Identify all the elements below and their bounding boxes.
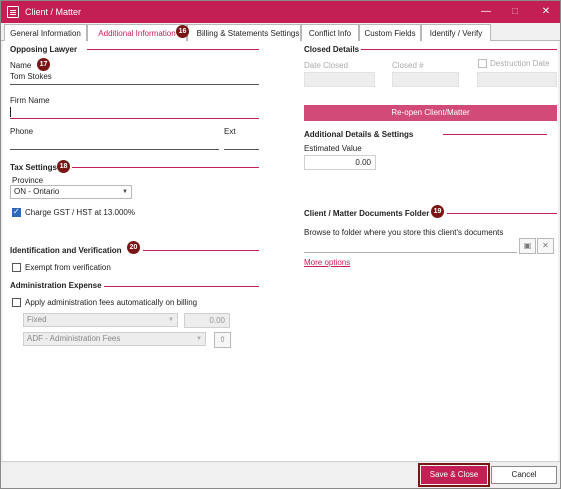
- charge-gst-checkbox[interactable]: [12, 207, 21, 217]
- name-field-underline: [10, 84, 259, 85]
- fee-type-select[interactable]: Fixed ▼: [23, 313, 178, 327]
- closed-number-label: Closed #: [392, 61, 424, 70]
- callout-badge-16: 16: [176, 25, 189, 38]
- tax-settings-divider: [72, 167, 259, 168]
- documents-folder-divider: [447, 213, 557, 214]
- more-options-link[interactable]: More options: [304, 258, 350, 267]
- date-closed-field[interactable]: [304, 72, 375, 87]
- closed-details-divider: [361, 49, 557, 50]
- window-title: Client / Matter: [25, 7, 82, 17]
- title-bar: Client / Matter — □ ✕: [1, 1, 560, 23]
- tab-identify-verify[interactable]: Identify / Verify: [421, 24, 491, 42]
- province-select-value: ON - Ontario: [14, 187, 60, 196]
- estimated-value-input[interactable]: 0.00: [304, 155, 376, 170]
- apply-admin-fees-checkbox[interactable]: [12, 298, 21, 307]
- firm-name-field[interactable]: [10, 118, 259, 119]
- destruction-date-checkbox[interactable]: [478, 59, 487, 68]
- charge-gst-label: Charge GST / HST at 13.000%: [25, 208, 135, 217]
- destruction-date-field[interactable]: [477, 72, 557, 87]
- callout-badge-17: 17: [37, 58, 50, 71]
- admin-expense-heading: Administration Expense: [10, 281, 102, 290]
- phone-field[interactable]: [10, 149, 219, 150]
- exempt-verification-label: Exempt from verification: [25, 263, 111, 272]
- tab-custom-fields[interactable]: Custom Fields: [359, 24, 421, 42]
- browse-folder-button[interactable]: ▣: [519, 238, 536, 254]
- tab-content-panel: Opposing Lawyer Name 17 Tom Stokes Firm …: [3, 41, 558, 461]
- exempt-verification-checkbox[interactable]: [12, 263, 21, 272]
- minimize-button[interactable]: —: [477, 4, 495, 20]
- apply-admin-fees-label: Apply administration fees automatically …: [25, 298, 198, 307]
- destruction-date-label: Destruction Date: [490, 59, 550, 68]
- ext-label: Ext: [224, 127, 236, 136]
- ext-field[interactable]: [224, 149, 259, 150]
- app-icon: [7, 6, 19, 18]
- firm-name-label: Firm Name: [10, 96, 50, 105]
- opposing-lawyer-divider: [87, 49, 259, 50]
- name-field[interactable]: Tom Stokes: [10, 72, 52, 81]
- name-label: Name: [10, 61, 32, 70]
- close-button[interactable]: ✕: [537, 4, 555, 20]
- phone-label: Phone: [10, 127, 34, 136]
- closed-details-heading: Closed Details: [304, 45, 360, 54]
- fee-type-value: Fixed: [27, 315, 47, 324]
- clear-folder-button[interactable]: ✕: [537, 238, 554, 254]
- client-matter-window: Client / Matter — □ ✕ General Informatio…: [0, 0, 561, 489]
- opposing-lawyer-heading: Opposing Lawyer: [10, 45, 78, 54]
- tab-additional-information[interactable]: Additional Information: [87, 24, 187, 42]
- text-cursor: [10, 107, 11, 117]
- additional-details-divider: [443, 134, 547, 135]
- documents-folder-underline: [304, 252, 517, 253]
- admin-expense-divider: [104, 286, 259, 287]
- fee-code-lookup-button[interactable]: ⇧: [214, 332, 231, 348]
- fee-amount-input[interactable]: 0.00: [184, 313, 230, 328]
- tab-additional-information-label: Additional Information: [98, 29, 176, 38]
- tax-settings-heading: Tax Settings: [10, 163, 57, 172]
- verification-divider: [143, 250, 259, 251]
- clear-icon: ✕: [542, 241, 549, 250]
- fee-code-select[interactable]: ADF - Administration Fees ▼: [23, 332, 206, 346]
- tab-conflict-info[interactable]: Conflict Info: [301, 24, 359, 42]
- province-label: Province: [12, 176, 44, 185]
- up-arrow-icon: ⇧: [219, 335, 226, 344]
- save-close-button[interactable]: Save & Close: [421, 466, 487, 484]
- maximize-button[interactable]: □: [506, 4, 524, 20]
- closed-number-field[interactable]: [392, 72, 459, 87]
- chevron-down-icon: ▼: [168, 317, 174, 323]
- tab-general-information[interactable]: General Information: [4, 24, 87, 42]
- callout-badge-19: 19: [431, 205, 444, 218]
- chevron-down-icon: ▼: [196, 336, 202, 342]
- tab-billing-statements-settings[interactable]: Billing & Statements Settings: [187, 24, 301, 42]
- callout-badge-18: 18: [57, 160, 70, 173]
- verification-heading: Identification and Verification: [10, 246, 122, 255]
- additional-details-heading: Additional Details & Settings: [304, 130, 414, 139]
- date-closed-label: Date Closed: [304, 61, 349, 70]
- fee-code-value: ADF - Administration Fees: [27, 334, 121, 343]
- tab-bar: General Information Additional Informati…: [1, 23, 560, 42]
- province-select[interactable]: ON - Ontario ▼: [10, 185, 132, 199]
- estimated-value-label: Estimated Value: [304, 144, 362, 153]
- cancel-button[interactable]: Cancel: [491, 466, 557, 484]
- chevron-down-icon: ▼: [122, 189, 128, 195]
- documents-folder-heading: Client / Matter Documents Folder: [304, 209, 430, 218]
- reopen-client-matter-button[interactable]: Re-open Client/Matter: [304, 105, 557, 121]
- callout-badge-20: 20: [127, 241, 140, 254]
- documents-folder-field[interactable]: Browse to folder where you store this cl…: [304, 228, 503, 237]
- folder-icon: ▣: [523, 241, 532, 250]
